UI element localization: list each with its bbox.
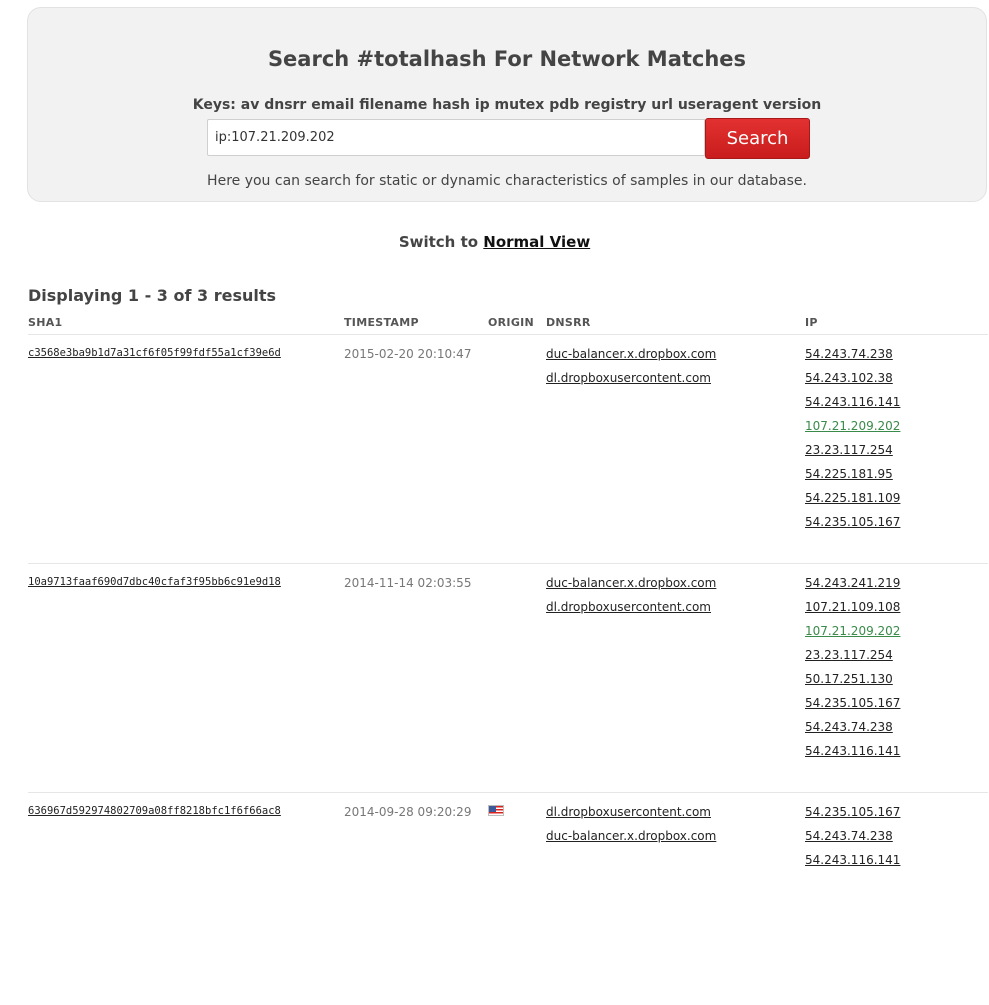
dnsrr-link[interactable]: duc-balancer.x.dropbox.com [546, 829, 716, 843]
column-header-timestamp: TIMESTAMP [344, 316, 419, 329]
dnsrr-list: duc-balancer.x.dropbox.com dl.dropboxuser… [546, 576, 716, 624]
timestamp-cell: 2014-11-14 02:03:55 [344, 576, 472, 590]
table-row: 636967d592974802709a08ff8218bfc1f6f66ac8… [0, 805, 989, 1005]
ip-item: 54.235.105.167 [805, 696, 900, 720]
dnsrr-item: duc-balancer.x.dropbox.com [546, 576, 716, 600]
ip-item: 107.21.209.202 [805, 624, 900, 648]
search-help-text: Here you can search for static or dynami… [207, 173, 807, 189]
sha1-link[interactable]: 10a9713faaf690d7dbc40cfaf3f95bb6c91e9d18 [28, 576, 281, 588]
row-divider [28, 792, 988, 793]
ip-item: 54.243.116.141 [805, 853, 900, 877]
ip-link[interactable]: 54.225.181.95 [805, 467, 893, 481]
search-keys: Keys: av dnsrr email filename hash ip mu… [192, 97, 822, 113]
ip-item: 54.235.105.167 [805, 805, 900, 829]
switch-view-prefix: Switch to [398, 233, 479, 251]
us-flag-icon [488, 805, 504, 816]
dnsrr-link[interactable]: dl.dropboxusercontent.com [546, 805, 711, 819]
ip-link[interactable]: 54.235.105.167 [805, 696, 900, 710]
ip-link[interactable]: 54.243.241.219 [805, 576, 900, 590]
switch-view: Switch to Normal View [0, 233, 989, 251]
search-button[interactable]: Search [705, 118, 810, 159]
ip-item: 23.23.117.254 [805, 648, 900, 672]
dnsrr-link[interactable]: duc-balancer.x.dropbox.com [546, 576, 716, 590]
table-row: c3568e3ba9b1d7a31cf6f05f99fdf55a1cf39e6d… [0, 347, 989, 547]
ip-link[interactable]: 54.243.74.238 [805, 829, 893, 843]
ip-item: 54.243.74.238 [805, 829, 900, 853]
row-divider [28, 563, 988, 564]
ip-link[interactable]: 54.243.116.141 [805, 744, 900, 758]
dnsrr-link[interactable]: duc-balancer.x.dropbox.com [546, 347, 716, 361]
timestamp-cell: 2015-02-20 20:10:47 [344, 347, 472, 361]
ip-link[interactable]: 54.243.74.238 [805, 720, 893, 734]
dnsrr-item: dl.dropboxusercontent.com [546, 371, 716, 395]
column-header-ip: IP [805, 316, 818, 329]
ip-item: 54.225.181.95 [805, 467, 900, 491]
column-header-origin: ORIGIN [488, 316, 535, 329]
ip-link[interactable]: 54.243.74.238 [805, 347, 893, 361]
ip-link[interactable]: 54.243.102.38 [805, 371, 893, 385]
results-heading: Displaying 1 - 3 of 3 results [28, 286, 277, 305]
ip-link[interactable]: 54.243.116.141 [805, 853, 900, 867]
sha1-link[interactable]: 636967d592974802709a08ff8218bfc1f6f66ac8 [28, 805, 281, 817]
dnsrr-item: duc-balancer.x.dropbox.com [546, 829, 716, 853]
dnsrr-list: duc-balancer.x.dropbox.com dl.dropboxuser… [546, 347, 716, 395]
ip-link[interactable]: 54.235.105.167 [805, 515, 900, 529]
ip-item: 54.243.116.141 [805, 395, 900, 419]
ip-link[interactable]: 23.23.117.254 [805, 443, 893, 457]
ip-list: 54.235.105.167 54.243.74.238 54.243.116.14… [805, 805, 900, 877]
ip-item: 23.23.117.254 [805, 443, 900, 467]
normal-view-link[interactable]: Normal View [483, 233, 590, 251]
dnsrr-item: duc-balancer.x.dropbox.com [546, 347, 716, 371]
ip-list: 54.243.74.238 54.243.102.38 54.243.116.141… [805, 347, 900, 539]
ip-item: 54.243.74.238 [805, 720, 900, 744]
ip-list: 54.243.241.219 107.21.109.108 107.21.209.2… [805, 576, 900, 768]
column-header-sha1: SHA1 [28, 316, 63, 329]
ip-link[interactable]: 54.243.116.141 [805, 395, 900, 409]
search-panel: Search #totalhash For Network Matches Ke… [27, 7, 987, 202]
dnsrr-item: dl.dropboxusercontent.com [546, 805, 716, 829]
header-divider [28, 334, 988, 335]
table-row: 10a9713faaf690d7dbc40cfaf3f95bb6c91e9d18… [0, 576, 989, 776]
ip-link[interactable]: 23.23.117.254 [805, 648, 893, 662]
ip-link-match[interactable]: 107.21.209.202 [805, 419, 900, 433]
ip-link[interactable]: 54.225.181.109 [805, 491, 900, 505]
ip-item: 107.21.209.202 [805, 419, 900, 443]
ip-item: 54.243.116.141 [805, 744, 900, 768]
search-title: Search #totalhash For Network Matches [267, 47, 747, 71]
column-header-dnsrr: DNSRR [546, 316, 591, 329]
timestamp-cell: 2014-09-28 09:20:29 [344, 805, 472, 819]
ip-item: 107.21.109.108 [805, 600, 900, 624]
dnsrr-list: dl.dropboxusercontent.com duc-balancer.x.… [546, 805, 716, 853]
dnsrr-item: dl.dropboxusercontent.com [546, 600, 716, 624]
flag-canton [489, 806, 496, 812]
ip-link[interactable]: 50.17.251.130 [805, 672, 893, 686]
search-input[interactable] [207, 119, 705, 156]
dnsrr-link[interactable]: dl.dropboxusercontent.com [546, 600, 711, 614]
ip-link[interactable]: 54.235.105.167 [805, 805, 900, 819]
dnsrr-link[interactable]: dl.dropboxusercontent.com [546, 371, 711, 385]
ip-item: 50.17.251.130 [805, 672, 900, 696]
ip-link-match[interactable]: 107.21.209.202 [805, 624, 900, 638]
ip-item: 54.243.102.38 [805, 371, 900, 395]
ip-item: 54.243.74.238 [805, 347, 900, 371]
sha1-link[interactable]: c3568e3ba9b1d7a31cf6f05f99fdf55a1cf39e6d [28, 347, 281, 359]
ip-link[interactable]: 107.21.109.108 [805, 600, 900, 614]
ip-item: 54.225.181.109 [805, 491, 900, 515]
ip-item: 54.243.241.219 [805, 576, 900, 600]
ip-item: 54.235.105.167 [805, 515, 900, 539]
